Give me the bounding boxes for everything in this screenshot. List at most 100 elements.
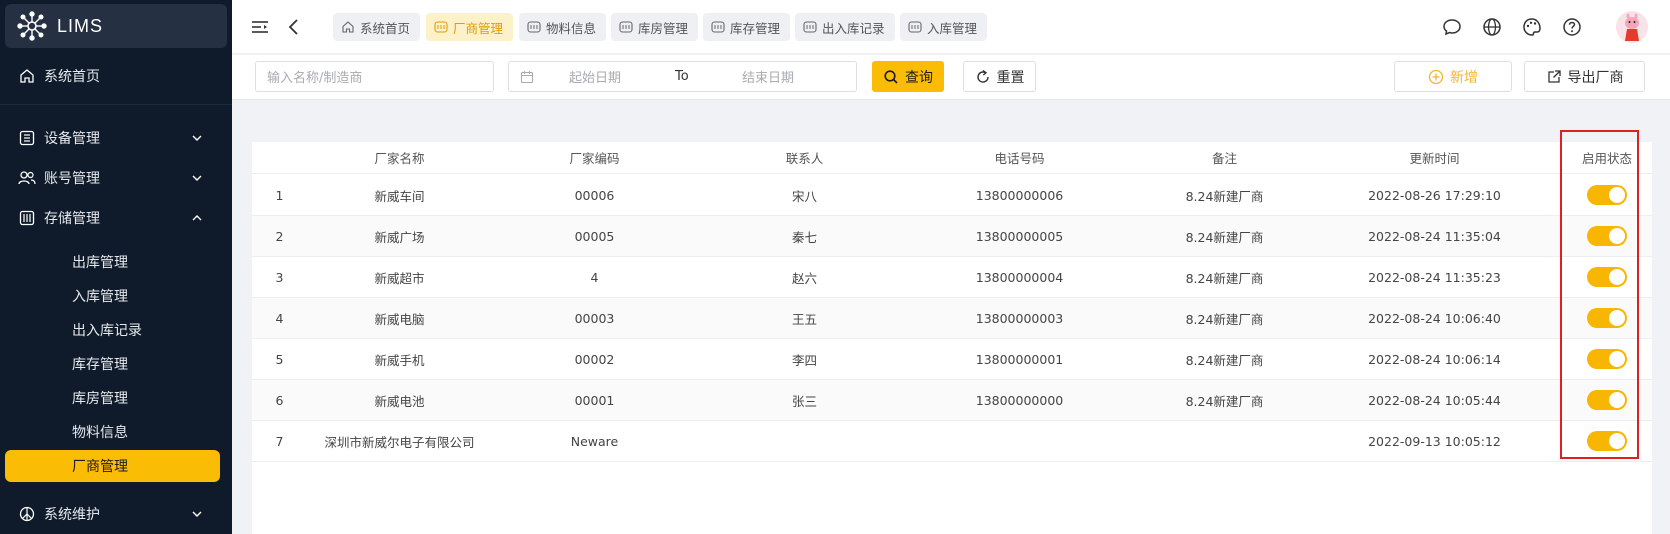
sidebar-item-label: 设备管理 <box>44 131 100 147</box>
top-bar: 系统首页 厂商管理 物料信息 库房管理 库存管理 出入库记录 入库管理 <box>232 0 1670 54</box>
cell-updated-time: 2022-08-24 10:05:44 <box>1368 392 1501 408</box>
table-row[interactable]: 1 新威车间 00006 宋八 13800000006 8.24新建厂商 2022-08-2… <box>252 175 1652 216</box>
cell-phone: 13800000006 <box>975 187 1064 203</box>
sidebar-item-warehouse[interactable]: 库房管理 <box>5 382 220 414</box>
tab-label: 入库管理 <box>927 20 978 36</box>
divider <box>0 104 232 105</box>
sidebar-item-label: 系统首页 <box>44 69 100 85</box>
column-header-contact[interactable]: 联系人 <box>722 142 887 173</box>
avatar[interactable] <box>1616 11 1648 43</box>
tab-page-icon <box>619 21 633 33</box>
cell-updated-time: 2022-08-26 17:29:10 <box>1368 187 1501 203</box>
cell-vendor-name: 深圳市新威尔电子有限公司 <box>324 434 475 450</box>
chevron-up-icon <box>192 215 202 221</box>
column-header-updated[interactable]: 更新时间 <box>1342 142 1527 173</box>
menu-fold-icon[interactable] <box>250 17 270 37</box>
sidebar-item-label: 出入库记录 <box>72 323 142 339</box>
sidebar-group-maintenance[interactable]: 系统维护 <box>0 496 232 532</box>
search-placeholder: 输入名称/制造商 <box>267 71 363 86</box>
sidebar-item-materials[interactable]: 物料信息 <box>5 416 220 448</box>
cell-contact: 张三 <box>791 393 817 409</box>
column-header-name[interactable]: 厂家名称 <box>307 142 492 173</box>
export-icon <box>1547 69 1561 83</box>
tab-inout-records[interactable]: 出入库记录 <box>795 13 895 41</box>
app-name: LIMS <box>57 15 104 36</box>
refresh-icon <box>976 69 989 83</box>
reset-button[interactable]: 重置 <box>963 61 1036 92</box>
globe-icon[interactable] <box>1482 17 1502 37</box>
table-row[interactable]: 3 新威超市 4 赵六 13800000004 8.24新建厂商 2022-08-24 11… <box>252 257 1652 298</box>
column-header-phone[interactable]: 电话号码 <box>927 142 1112 173</box>
range-separator: To <box>675 69 689 84</box>
search-input[interactable]: 输入名称/制造商 <box>255 61 494 92</box>
cell-index: 7 <box>275 433 284 449</box>
home-icon <box>18 67 36 85</box>
lims-logo-icon <box>17 11 47 41</box>
sidebar-item-home[interactable]: 系统首页 <box>0 58 232 94</box>
tab-materials[interactable]: 物料信息 <box>519 13 607 41</box>
cell-phone: 13800000003 <box>975 310 1064 326</box>
help-icon[interactable] <box>1562 17 1582 37</box>
query-button[interactable]: 查询 <box>872 61 944 92</box>
logo[interactable]: LIMS <box>5 4 227 48</box>
cell-note: 8.24新建厂商 <box>1185 229 1264 245</box>
tab-home[interactable]: 系统首页 <box>333 13 421 41</box>
chevron-down-icon <box>192 135 202 141</box>
sidebar-item-label: 账号管理 <box>44 171 100 187</box>
sidebar-item-inbound[interactable]: 入库管理 <box>5 280 220 312</box>
tab-inventory[interactable]: 库存管理 <box>703 13 791 41</box>
cell-vendor-code: Neware <box>570 433 619 449</box>
cell-phone: 13800000005 <box>975 228 1064 244</box>
sidebar-group-storage[interactable]: 存储管理 <box>0 200 232 236</box>
cell-index: 6 <box>275 392 284 408</box>
table-row[interactable]: 2 新威广场 00005 秦七 13800000005 8.24新建厂商 2022-08-2… <box>252 216 1652 257</box>
tab-inbound[interactable]: 入库管理 <box>900 13 988 41</box>
cell-vendor-name: 新威手机 <box>374 352 425 368</box>
sidebar-item-outbound[interactable]: 出库管理 <box>5 246 220 278</box>
tab-label: 物料信息 <box>546 20 597 36</box>
users-icon <box>18 169 36 187</box>
sidebar-group-account[interactable]: 账号管理 <box>0 160 232 196</box>
sidebar-item-inout-records[interactable]: 出入库记录 <box>5 314 220 346</box>
tab-page-icon <box>908 21 922 33</box>
calendar-icon <box>520 71 534 84</box>
start-date-placeholder: 起始日期 <box>569 71 622 86</box>
table-row[interactable]: 6 新威电池 00001 张三 13800000000 8.24新建厂商 2022-08-2… <box>252 380 1652 421</box>
sidebar-item-label: 存储管理 <box>44 211 100 227</box>
palette-icon[interactable] <box>1522 17 1542 37</box>
column-header-note[interactable]: 备注 <box>1132 142 1317 173</box>
cell-updated-time: 2022-08-24 10:06:14 <box>1368 351 1501 367</box>
export-vendors-button[interactable]: 导出厂商 <box>1524 61 1645 92</box>
cell-vendor-code: 00005 <box>574 228 615 244</box>
cell-note: 8.24新建厂商 <box>1185 352 1264 368</box>
table-row[interactable]: 7 深圳市新威尔电子有限公司 Neware 2022-09-13 10:05:12 <box>252 421 1652 462</box>
cell-contact: 秦七 <box>791 229 817 245</box>
chevron-down-icon <box>192 511 202 517</box>
cell-vendor-code: 00001 <box>574 392 615 408</box>
column-header-code[interactable]: 厂家编码 <box>517 142 672 173</box>
add-label: 新增 <box>1450 69 1478 86</box>
date-range-picker[interactable]: 起始日期 To 结束日期 <box>508 61 857 92</box>
avatar-image <box>1616 11 1648 43</box>
cell-vendor-name: 新威广场 <box>374 229 425 245</box>
sidebar-item-inventory[interactable]: 库存管理 <box>5 348 220 380</box>
tab-vendors[interactable]: 厂商管理 <box>426 13 514 41</box>
message-icon[interactable] <box>1442 17 1462 37</box>
add-vendor-button[interactable]: 新增 <box>1394 61 1512 92</box>
cell-vendor-name: 新威电池 <box>374 393 425 409</box>
table-row[interactable]: 5 新威手机 00002 李四 13800000001 8.24新建厂商 2022-08-2… <box>252 339 1652 380</box>
cell-vendor-code: 4 <box>590 269 599 285</box>
sidebar-item-vendors[interactable]: 厂商管理 <box>5 450 220 482</box>
cell-index: 1 <box>275 187 284 203</box>
tab-page-icon <box>711 21 725 33</box>
sidebar-item-label: 系统维护 <box>44 507 100 523</box>
back-icon[interactable] <box>284 17 304 37</box>
tab-label: 库房管理 <box>638 20 689 36</box>
sidebar-item-label: 厂商管理 <box>72 459 128 475</box>
sidebar-item-label: 入库管理 <box>72 289 128 305</box>
cell-note <box>1132 421 1317 461</box>
sidebar-group-device[interactable]: 设备管理 <box>0 120 232 156</box>
cell-updated-time: 2022-08-24 11:35:04 <box>1368 228 1501 244</box>
tab-warehouse[interactable]: 库房管理 <box>611 13 699 41</box>
table-row[interactable]: 4 新威电脑 00003 王五 13800000003 8.24新建厂商 2022-08-2… <box>252 298 1652 339</box>
